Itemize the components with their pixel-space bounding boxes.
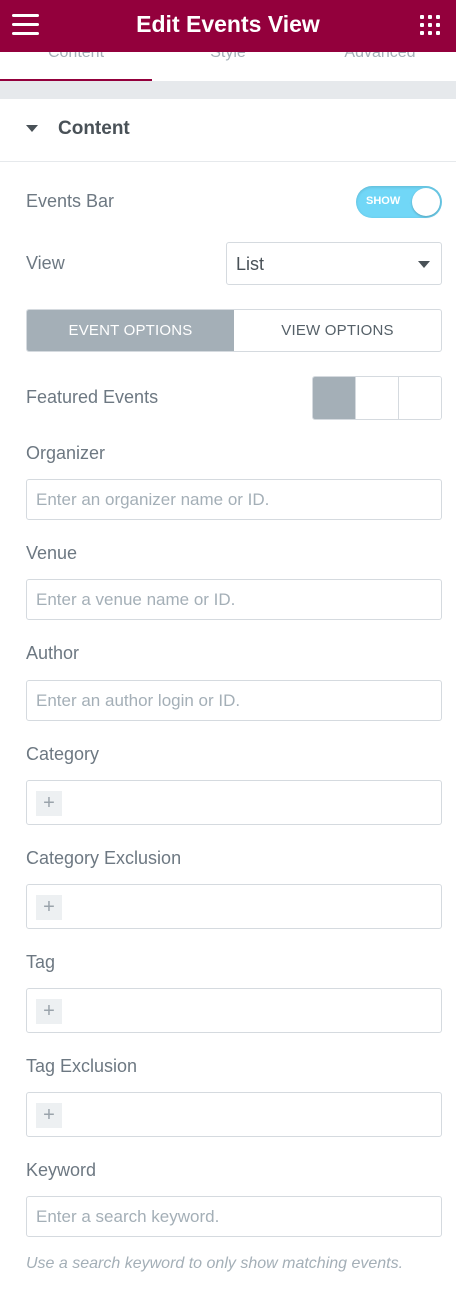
toggle-knob xyxy=(412,188,440,216)
panel-header: Edit Events View xyxy=(0,0,456,52)
apps-grid-icon[interactable] xyxy=(420,15,442,37)
tab-event-options[interactable]: EVENT OPTIONS xyxy=(27,310,234,351)
plus-icon[interactable]: + xyxy=(36,999,62,1024)
events-bar-toggle[interactable]: SHOW xyxy=(356,186,442,218)
plus-icon[interactable]: + xyxy=(36,791,62,816)
divider xyxy=(0,82,456,99)
category-exclusion-label: Category Exclusion xyxy=(26,848,182,868)
tab-content[interactable]: Content xyxy=(0,52,152,81)
panel-tabs: Content Style Advanced xyxy=(0,52,456,82)
section-title: Content xyxy=(58,118,130,139)
view-select[interactable]: List xyxy=(226,242,442,285)
tag-select[interactable]: + xyxy=(26,988,442,1033)
category-exclusion-select[interactable]: + xyxy=(26,884,442,929)
tab-view-options[interactable]: VIEW OPTIONS xyxy=(234,310,441,351)
caret-down-icon xyxy=(418,261,430,268)
tag-exclusion-label: Tag Exclusion xyxy=(26,1056,138,1076)
options-tabs: EVENT OPTIONS VIEW OPTIONS xyxy=(26,309,442,352)
featured-choice-3[interactable] xyxy=(398,377,441,419)
view-selected-value: List xyxy=(236,254,265,274)
author-label: Author xyxy=(26,643,80,663)
tag-label: Tag xyxy=(26,952,56,972)
keyword-help-text: Use a search keyword to only show matchi… xyxy=(26,1255,404,1272)
featured-events-choice xyxy=(312,376,442,420)
events-bar-label: Events Bar xyxy=(26,191,115,211)
featured-choice-1[interactable] xyxy=(313,377,355,419)
page-title: Edit Events View xyxy=(136,11,320,37)
caret-down-icon xyxy=(26,125,38,132)
featured-events-label: Featured Events xyxy=(26,387,159,407)
tab-advanced[interactable]: Advanced xyxy=(304,52,456,62)
tag-exclusion-select[interactable]: + xyxy=(26,1092,442,1137)
keyword-label: Keyword xyxy=(26,1160,97,1180)
tab-style[interactable]: Style xyxy=(152,52,304,62)
keyword-input[interactable] xyxy=(26,1196,442,1237)
section-header-content[interactable]: Content xyxy=(0,99,456,162)
view-label: View xyxy=(26,253,65,273)
category-select[interactable]: + xyxy=(26,780,442,825)
venue-label: Venue xyxy=(26,543,78,563)
author-input[interactable] xyxy=(26,680,442,721)
featured-choice-2[interactable] xyxy=(355,377,398,419)
venue-input[interactable] xyxy=(26,579,442,620)
toggle-text: SHOW xyxy=(366,195,401,207)
plus-icon[interactable]: + xyxy=(36,895,62,920)
category-label: Category xyxy=(26,744,100,764)
organizer-label: Organizer xyxy=(26,443,106,463)
plus-icon[interactable]: + xyxy=(36,1103,62,1128)
organizer-input[interactable] xyxy=(26,479,442,520)
